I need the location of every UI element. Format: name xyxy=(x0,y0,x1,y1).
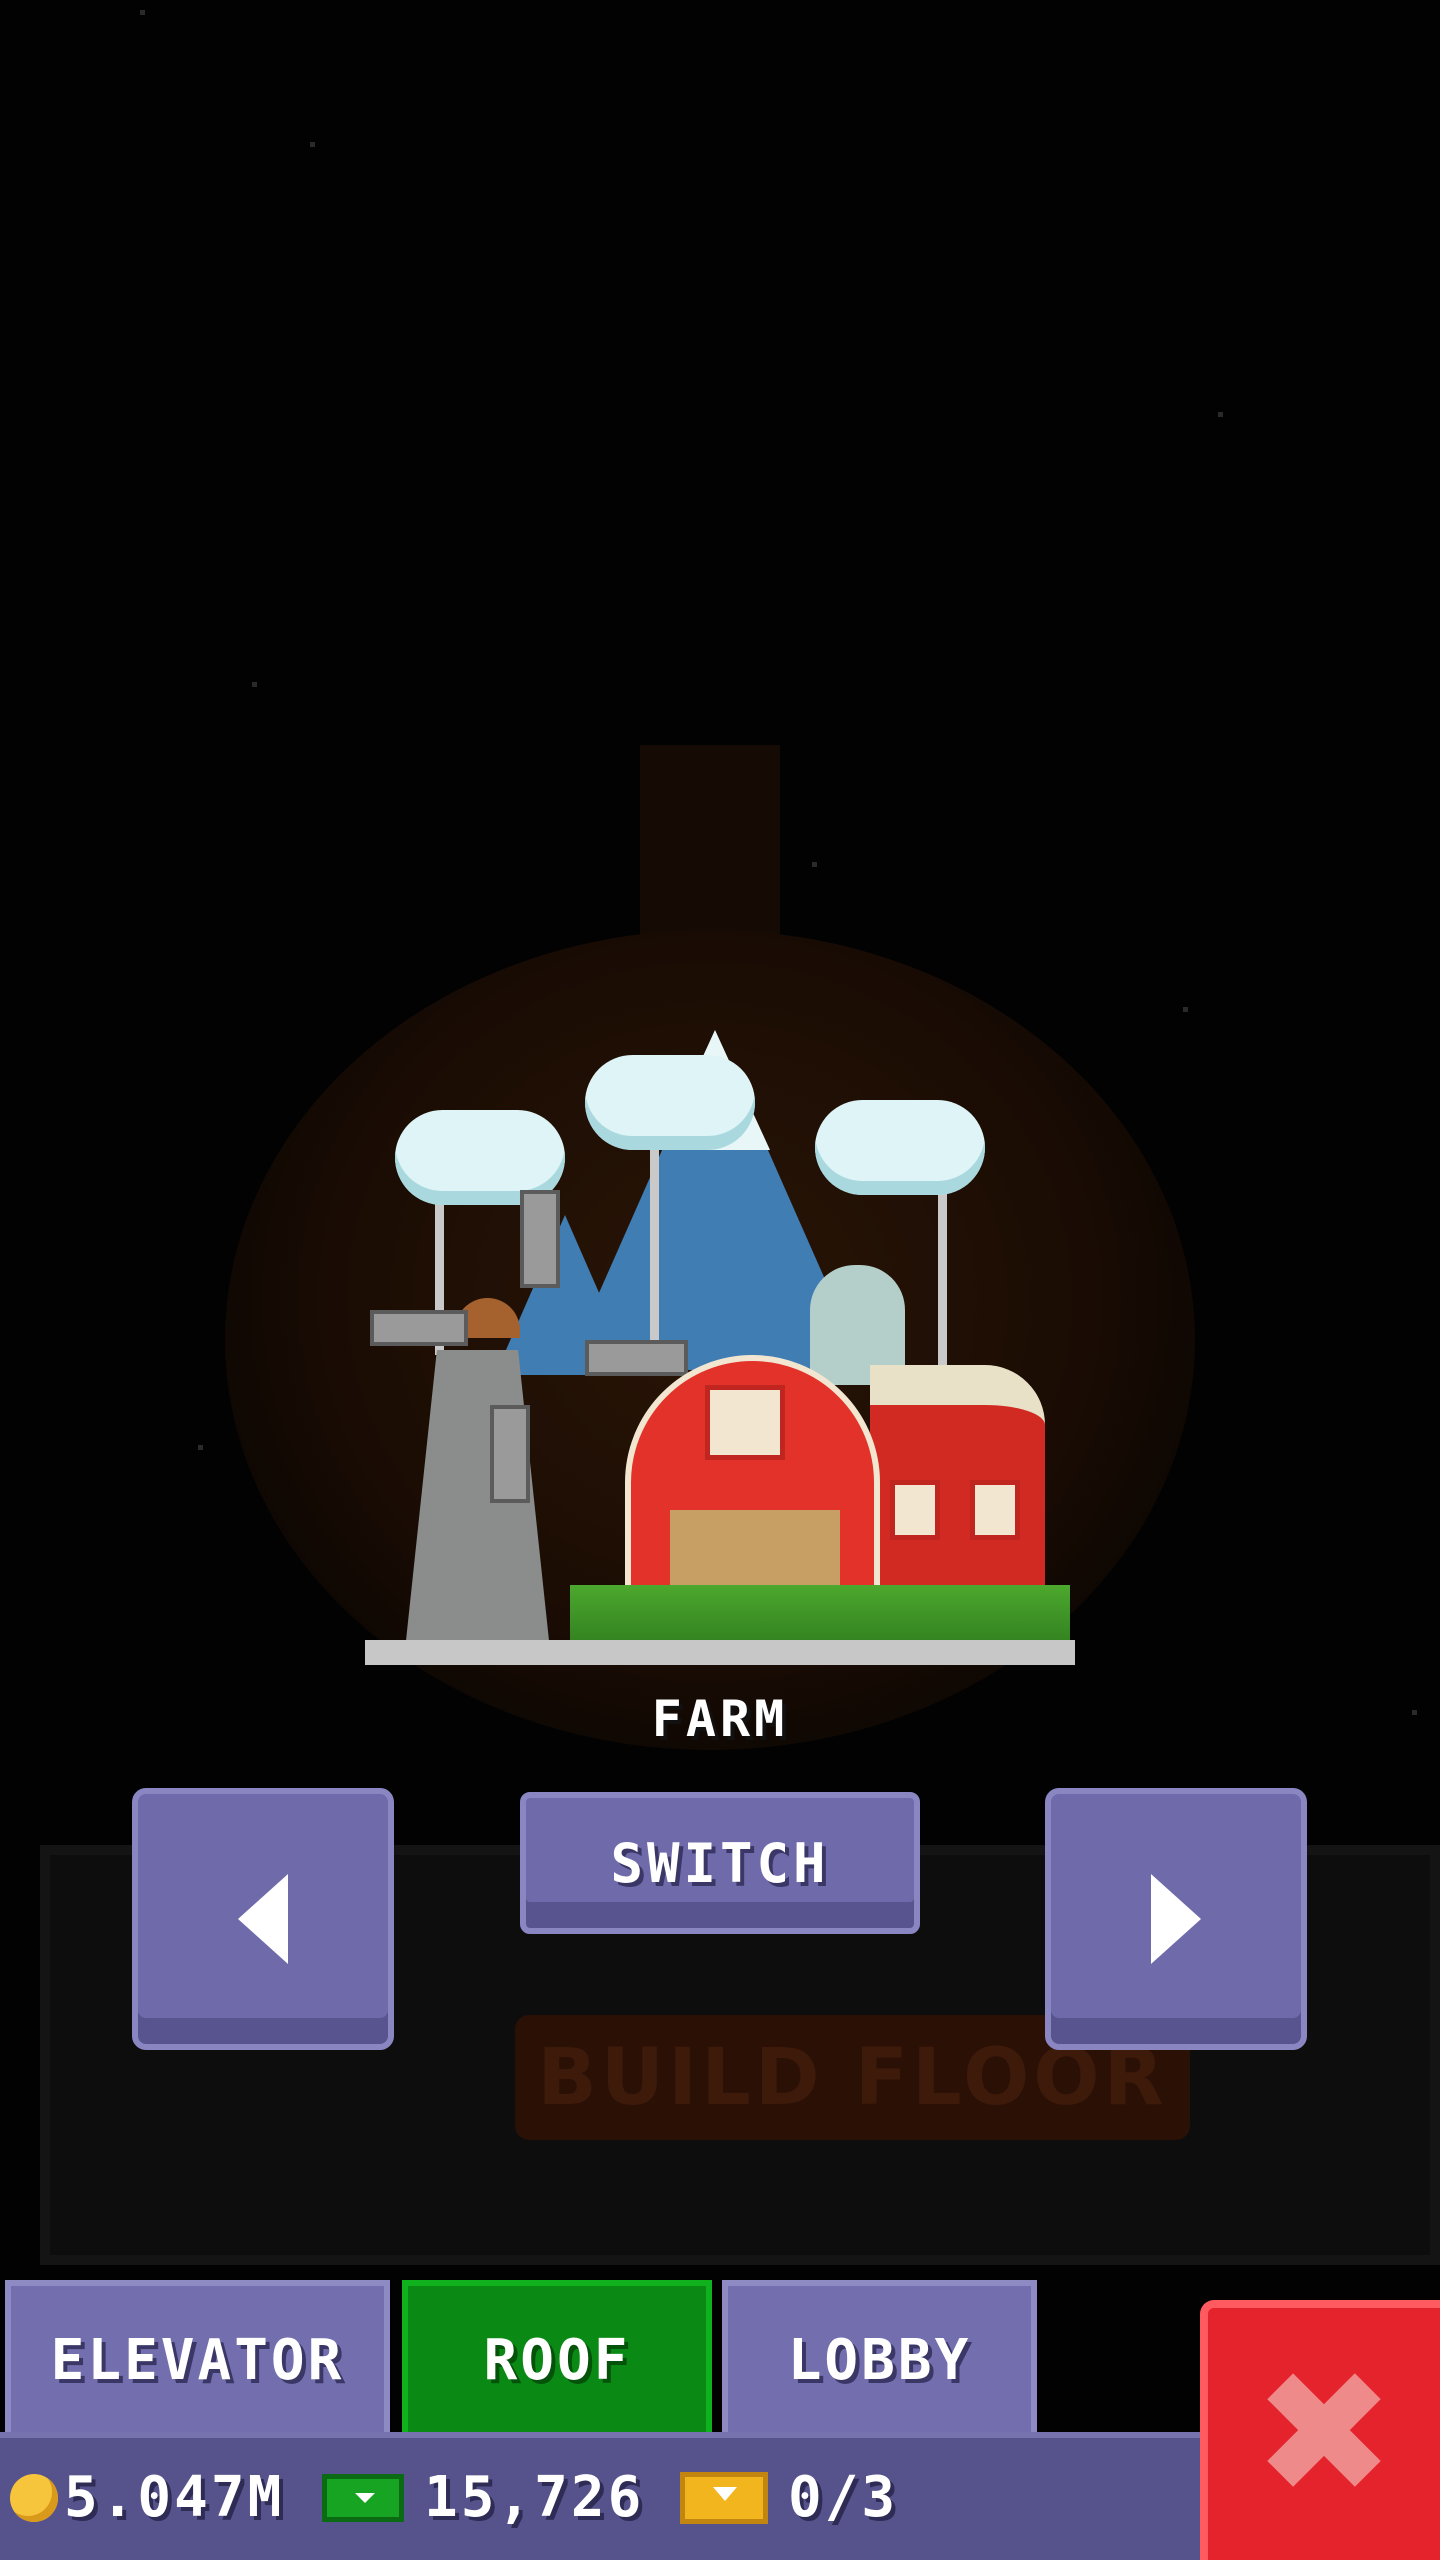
windmill-blade xyxy=(370,1310,468,1346)
star xyxy=(198,1445,203,1450)
star xyxy=(1183,1007,1188,1012)
floor-base xyxy=(365,1640,1075,1665)
cloud-shape xyxy=(585,1055,755,1150)
cloud-pole xyxy=(650,1145,659,1365)
barn-window xyxy=(890,1480,940,1540)
floor-name-label: FARM xyxy=(651,1690,789,1748)
game-screen: BUILD FLOOR FARM SWITCH ELEVATOR ROOF LO… xyxy=(0,0,1440,2560)
windmill-blade xyxy=(520,1190,560,1288)
tickets-display: 0/3 xyxy=(680,2460,898,2535)
star xyxy=(140,10,145,15)
windmill-blade xyxy=(585,1340,688,1376)
barn-window xyxy=(970,1480,1020,1540)
bux-value: 15,726 xyxy=(424,2465,645,2530)
close-button[interactable]: ✖ xyxy=(1200,2300,1440,2560)
cloud-pole xyxy=(938,1190,947,1370)
star xyxy=(252,682,257,687)
bux-display: 15,726 xyxy=(322,2460,644,2535)
switch-button[interactable]: SWITCH xyxy=(520,1792,920,1934)
previous-floor-button[interactable] xyxy=(132,1788,394,2050)
star xyxy=(1218,412,1223,417)
star xyxy=(310,142,315,147)
tab-roof[interactable]: ROOF xyxy=(402,2280,712,2435)
arrow-left-icon xyxy=(238,1874,288,1964)
next-floor-button[interactable] xyxy=(1045,1788,1307,2050)
tab-elevator[interactable]: ELEVATOR xyxy=(5,2280,390,2435)
tickets-value: 0/3 xyxy=(788,2465,899,2530)
windmill-blade xyxy=(490,1405,530,1503)
cloud-shape xyxy=(815,1100,985,1195)
tab-lobby[interactable]: LOBBY xyxy=(722,2280,1037,2435)
star xyxy=(812,862,817,867)
close-icon: ✖ xyxy=(1252,2335,1396,2533)
coins-value: 5.047M xyxy=(64,2465,285,2530)
coin-icon xyxy=(10,2473,58,2522)
arrow-right-icon xyxy=(1151,1874,1201,1964)
coins-display: 5.047M xyxy=(10,2460,284,2535)
farm-floor-illustration xyxy=(360,1030,1080,1670)
bux-icon xyxy=(322,2473,404,2522)
ticket-icon xyxy=(680,2471,768,2524)
barn-window xyxy=(705,1385,785,1460)
